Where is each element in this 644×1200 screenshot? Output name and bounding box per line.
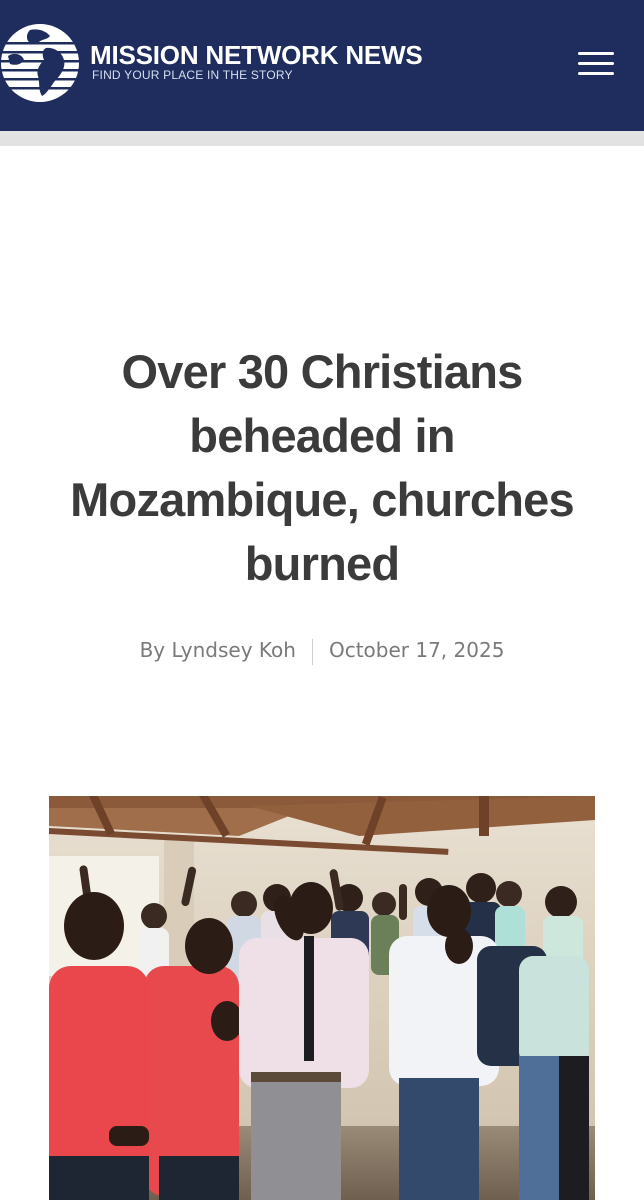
hero-photo-illustration: [49, 796, 595, 1200]
site-tagline: FIND YOUR PLACE IN THE STORY: [92, 68, 293, 82]
menu-bar: [578, 52, 614, 55]
site-brand-name[interactable]: MISSION NETWORK NEWS: [90, 40, 423, 71]
article-author[interactable]: By Lyndsey Koh: [140, 638, 296, 662]
byline-separator: [311, 638, 313, 665]
article-hero-image: [49, 796, 595, 1200]
globe-logo-icon[interactable]: [0, 22, 80, 104]
menu-bar: [578, 72, 614, 75]
article-title: Over 30 Christians beheaded in Mozambiqu…: [70, 345, 575, 590]
menu-bar: [578, 62, 614, 65]
article-byline: By Lyndsey Koh October 17, 2025: [0, 638, 644, 665]
hamburger-menu-icon[interactable]: [574, 48, 618, 80]
article-date: October 17, 2025: [328, 638, 505, 662]
site-header: MISSION NETWORK NEWS FIND YOUR PLACE IN …: [0, 0, 644, 131]
header-divider: [0, 131, 644, 146]
